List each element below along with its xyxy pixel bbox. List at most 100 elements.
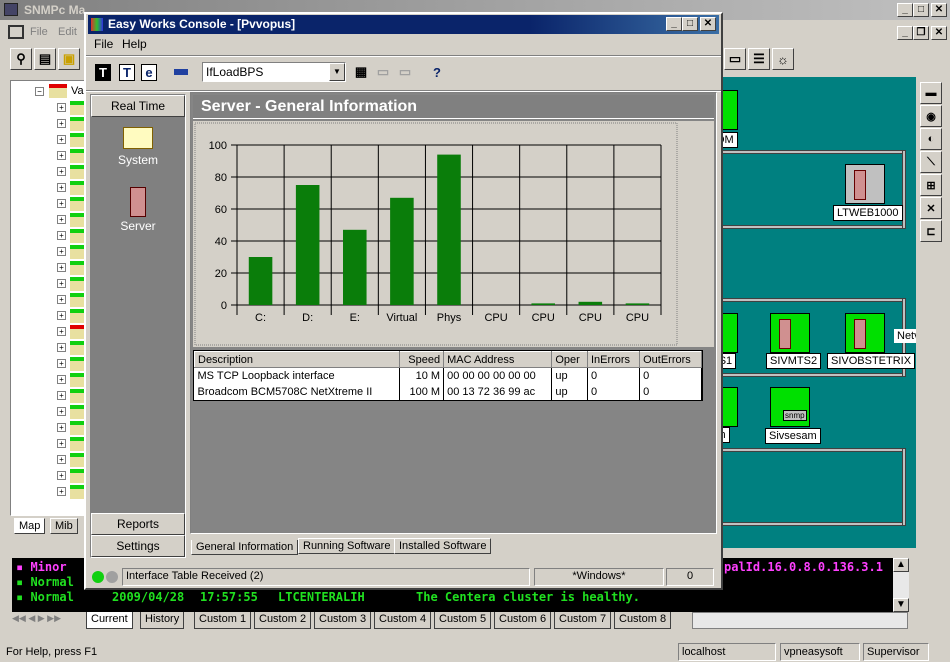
log-tab-nav[interactable]: ◀◀ ◀ ▶ ▶▶ xyxy=(12,613,80,628)
nav-item-system[interactable]: System xyxy=(91,125,185,175)
tree-root-label[interactable]: Va xyxy=(71,85,84,97)
nav-settings[interactable]: Settings xyxy=(91,535,185,557)
expand-icon[interactable]: + xyxy=(57,423,66,432)
expand-icon[interactable]: + xyxy=(57,407,66,416)
log-tab[interactable]: Custom 8 xyxy=(614,612,672,629)
subnet-tool-icon[interactable]: ⊞ xyxy=(920,174,942,196)
expand-icon[interactable]: + xyxy=(57,231,66,240)
expand-icon[interactable]: + xyxy=(57,327,66,336)
graph-window-icon[interactable]: ▭ xyxy=(724,48,746,70)
bar-chart-icon[interactable]: ▭ xyxy=(394,61,416,83)
console-menu-file[interactable]: File xyxy=(94,37,113,51)
expand-icon[interactable]: + xyxy=(57,247,66,256)
expand-icon[interactable]: + xyxy=(57,311,66,320)
column-header[interactable]: OutErrors xyxy=(639,351,702,368)
column-header[interactable]: InErrors xyxy=(586,351,641,368)
metric-dropdown[interactable]: IfLoadBPS ▼ xyxy=(202,62,346,82)
mesh-tool-icon[interactable]: ✕ xyxy=(920,197,942,219)
network-map[interactable]: OM LTWEB1000 TS1 SIVMTS2 SIVOBSTETRIX Ne… xyxy=(718,77,916,548)
column-header[interactable]: MAC Address xyxy=(443,351,553,368)
doc-restore-button[interactable]: ❐ xyxy=(913,26,929,40)
log-tab[interactable]: Custom 6 xyxy=(494,612,552,629)
expand-icon[interactable]: + xyxy=(57,279,66,288)
column-header[interactable]: Oper xyxy=(551,351,588,368)
minimize-button[interactable]: _ xyxy=(897,3,913,17)
list-window-icon[interactable]: ☰ xyxy=(748,48,770,70)
expand-icon[interactable]: + xyxy=(57,151,66,160)
content-tab[interactable]: Running Software xyxy=(298,538,396,554)
goto-tool-icon[interactable]: ◐ xyxy=(920,128,942,150)
expand-icon[interactable]: + xyxy=(57,135,66,144)
server-node[interactable] xyxy=(845,164,885,204)
map-tree[interactable]: − Va + + + + + + + + + + + + + + + + + + + + + + + + + xyxy=(10,80,90,516)
server-node[interactable] xyxy=(770,313,810,353)
interface-table[interactable]: Description Speed MAC Address Oper InErrors O… xyxy=(193,350,703,401)
network-tool-icon[interactable]: ◉ xyxy=(920,105,942,127)
expand-icon[interactable]: + xyxy=(57,263,66,272)
log-tab[interactable]: Custom 1 xyxy=(194,612,252,629)
expand-icon[interactable]: + xyxy=(57,295,66,304)
console-maximize-button[interactable]: □ xyxy=(682,17,698,31)
nav-item-server[interactable]: Server xyxy=(91,187,185,237)
log-row[interactable]: ▪ Normal 2009/04/28 17:57:55 LTCENTERALIH Th… xyxy=(16,590,640,604)
help-icon[interactable]: ? xyxy=(426,61,448,83)
close-button[interactable]: ✕ xyxy=(931,3,947,17)
doc-close-button[interactable]: ✕ xyxy=(931,26,947,40)
table-view-icon[interactable]: ▦ xyxy=(350,61,372,83)
log-tab[interactable]: Custom 2 xyxy=(254,612,312,629)
log-tab[interactable]: Custom 5 xyxy=(434,612,492,629)
expand-icon[interactable]: + xyxy=(57,391,66,400)
expand-icon[interactable]: + xyxy=(57,183,66,192)
content-tab[interactable]: Installed Software xyxy=(394,538,492,554)
expand-icon[interactable]: + xyxy=(57,343,66,352)
log-tab[interactable]: History xyxy=(140,612,185,629)
line-chart-icon[interactable]: ▭ xyxy=(372,61,394,83)
console-menu-help[interactable]: Help xyxy=(122,37,147,51)
log-row[interactable]: ▪ Minor xyxy=(16,560,67,574)
menu-file[interactable]: File xyxy=(30,26,48,38)
log-row[interactable]: ▪ Normal xyxy=(16,575,74,589)
expand-icon[interactable]: + xyxy=(57,487,66,496)
server-node[interactable] xyxy=(845,313,885,353)
expand-icon[interactable]: + xyxy=(57,167,66,176)
expand-icon[interactable]: + xyxy=(57,375,66,384)
expand-icon[interactable]: + xyxy=(57,455,66,464)
console-minimize-button[interactable]: _ xyxy=(666,17,682,31)
log-scrollbar[interactable]: ▲ ▼ xyxy=(893,558,909,612)
menu-edit[interactable]: Edit xyxy=(58,26,77,38)
keyboard-icon[interactable] xyxy=(170,61,192,83)
link-tool-icon[interactable]: ⟍ xyxy=(920,151,942,173)
console-close-button[interactable]: ✕ xyxy=(700,17,716,31)
find-icon[interactable]: ⚲ xyxy=(10,48,32,70)
column-header[interactable]: Description xyxy=(193,351,401,368)
log-tab[interactable]: Custom 7 xyxy=(554,612,612,629)
sun-icon[interactable]: ☼ xyxy=(772,48,794,70)
maximize-button[interactable]: □ xyxy=(913,3,929,17)
telnet-icon[interactable]: T xyxy=(116,61,138,83)
expand-icon[interactable]: + xyxy=(57,199,66,208)
table-row[interactable]: Broadcom BCM5708C NetXtreme II 100 M 00 13… xyxy=(194,383,702,400)
expand-icon[interactable]: + xyxy=(57,359,66,368)
content-tab[interactable]: General Information xyxy=(191,540,299,555)
nav-reports[interactable]: Reports xyxy=(91,513,185,535)
log-tab[interactable]: Custom 3 xyxy=(314,612,372,629)
lock-icon[interactable]: ▣ xyxy=(58,48,80,70)
doc-minimize-button[interactable]: _ xyxy=(897,26,913,40)
table-row[interactable]: MS TCP Loopback interface 10 M 00 00 00 00… xyxy=(194,367,702,384)
scroll-up-icon[interactable]: ▲ xyxy=(893,558,909,572)
scroll-down-icon[interactable]: ▼ xyxy=(893,598,909,612)
tab-map[interactable]: Map xyxy=(14,518,46,534)
snmp-node[interactable]: snmp xyxy=(770,387,810,427)
tab-mib[interactable]: Mib xyxy=(50,518,78,534)
chevron-down-icon[interactable]: ▼ xyxy=(329,63,345,81)
device-tool-icon[interactable]: ▬ xyxy=(920,82,942,104)
expand-icon[interactable]: + xyxy=(57,471,66,480)
properties-icon[interactable]: ▤ xyxy=(34,48,56,70)
log-hscroll[interactable] xyxy=(692,612,908,629)
web-icon[interactable]: e xyxy=(138,61,160,83)
expand-icon[interactable]: + xyxy=(57,215,66,224)
terminal-icon[interactable]: T xyxy=(92,61,114,83)
log-tab[interactable]: Current xyxy=(86,612,133,629)
collapse-icon[interactable]: − xyxy=(35,87,44,96)
log-tab[interactable]: Custom 4 xyxy=(374,612,432,629)
